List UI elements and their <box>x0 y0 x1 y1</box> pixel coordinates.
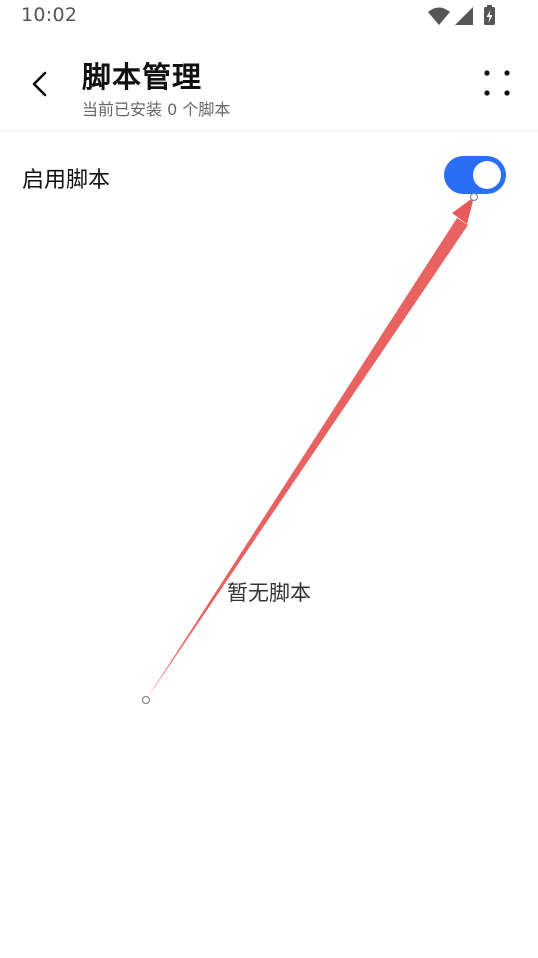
toggle-knob <box>473 161 501 189</box>
page-title: 脚本管理 <box>82 60 203 94</box>
app-header: 脚本管理 当前已安装 0 个脚本 <box>0 48 538 132</box>
more-button[interactable] <box>482 68 512 98</box>
enable-scripts-label: 启用脚本 <box>22 168 111 193</box>
wifi-icon <box>428 7 450 25</box>
status-time: 10:02 <box>21 4 78 26</box>
annotation-arrow <box>141 192 479 705</box>
header-divider <box>0 131 538 132</box>
more-dots-icon <box>484 70 510 96</box>
status-bar: 10:02 <box>0 0 538 34</box>
battery-charging-icon <box>484 5 495 25</box>
enable-scripts-toggle[interactable] <box>444 156 506 194</box>
back-button[interactable] <box>22 66 58 102</box>
script-management-screen: 10:02 脚本管理 当前已安装 0 个脚本 启用脚本 暂无脚本 <box>0 0 538 958</box>
page-subtitle: 当前已安装 0 个脚本 <box>82 100 231 119</box>
signal-icon <box>455 7 473 25</box>
chevron-left-icon <box>32 71 47 97</box>
status-icons <box>428 5 495 25</box>
empty-state-text: 暂无脚本 <box>227 581 311 605</box>
enable-scripts-row: 启用脚本 <box>0 152 538 204</box>
